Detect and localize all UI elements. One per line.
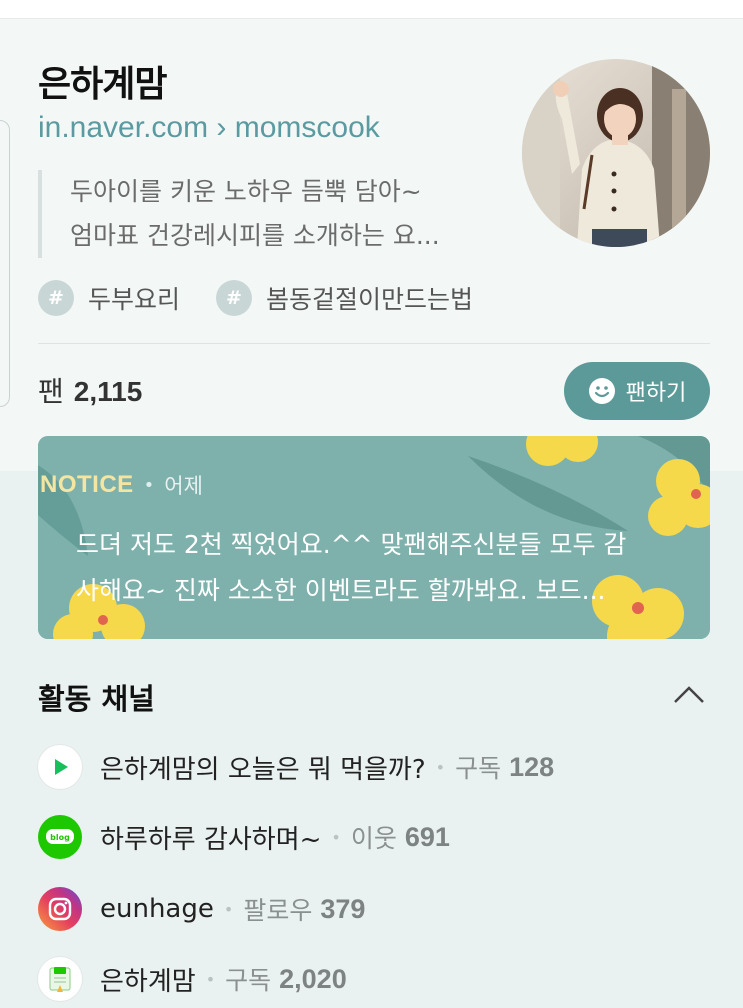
post-icon <box>38 957 82 1001</box>
separator-dot: • <box>205 969 216 989</box>
notice-date: 어제 <box>164 474 203 498</box>
channel-count: 128 <box>509 751 555 782</box>
channel-name: eunhage <box>100 894 214 924</box>
notice-line: 사해요~ 진짜 소소한 이벤트라도 할까봐요. 보드... <box>76 576 606 605</box>
notice-header: NOTICE • 어제 <box>40 470 203 500</box>
notice-title: NOTICE <box>40 471 134 498</box>
channel-item[interactable]: eunhage • 팔로우 379 <box>38 884 365 934</box>
avatar-photo <box>522 59 710 247</box>
tag-item[interactable]: # 두부요리 <box>38 280 180 316</box>
channel-name: 은하계맘의 오늘은 뭐 먹을까? <box>100 754 426 785</box>
tag-label: 두부요리 <box>88 285 181 314</box>
fan-button-label: 팬하기 <box>625 381 687 406</box>
avatar[interactable] <box>522 59 710 247</box>
description-line: 두아이를 키운 노하우 듬뿍 담아~ <box>70 177 422 206</box>
channel-metric: 구독 <box>225 966 272 995</box>
blog-icon: blog <box>38 815 82 859</box>
separator-dot: • <box>435 757 446 777</box>
channel-count: 691 <box>404 821 450 852</box>
instagram-icon <box>38 887 82 931</box>
channel-metric: 구독 <box>455 754 502 783</box>
fans-number: 2,115 <box>73 376 143 407</box>
fans-label: 팬 <box>38 375 64 408</box>
smile-icon <box>588 378 615 404</box>
chevron-up-icon[interactable] <box>672 680 706 710</box>
previous-card-edge[interactable] <box>0 120 10 407</box>
notice-line: 드뎌 저도 2천 찍었어요.^^ 맞팬해주신분들 모두 감 <box>76 530 627 559</box>
svg-text:blog: blog <box>50 833 70 842</box>
profile-description: 두아이를 키운 노하우 듬뿍 담아~ 엄마표 건강레시피를 소개하는 요... <box>38 170 510 258</box>
tag-list: # 두부요리 # 봄동겉절이만드는법 <box>38 280 509 316</box>
profile-screen: 은하계맘 in.naver.com › momscook 두아이를 키운 노하우… <box>0 0 743 1008</box>
channel-name: 하루하루 감사하며~ <box>100 824 322 855</box>
description-line: 엄마표 건강레시피를 소개하는 요... <box>70 221 440 250</box>
fan-button[interactable]: 팬하기 <box>564 362 710 420</box>
profile-url-link[interactable]: in.naver.com › momscook <box>38 111 380 145</box>
divider <box>38 343 710 344</box>
channel-item[interactable]: blog 하루하루 감사하며~ • 이웃 691 <box>38 812 450 862</box>
channel-count: 2,020 <box>279 963 347 994</box>
top-strip <box>0 0 743 19</box>
channel-count: 379 <box>320 893 366 924</box>
channel-metric: 팔로우 <box>243 896 313 925</box>
profile-name: 은하계맘 <box>38 64 167 105</box>
separator-dot: • <box>223 899 234 919</box>
fan-count: 팬 2,115 <box>38 370 142 410</box>
channel-name: 은하계맘 <box>100 966 196 997</box>
tag-label: 봄동겉절이만드는법 <box>266 285 474 314</box>
channel-metric: 이웃 <box>350 824 397 853</box>
hash-icon: # <box>216 280 253 316</box>
tag-item[interactable]: # 봄동겉절이만드는법 <box>216 280 473 316</box>
channels-section-title: 활동 채널 <box>38 682 155 716</box>
separator-dot: • <box>331 827 341 847</box>
separator-dot: • <box>143 474 155 496</box>
notice-body: 드뎌 저도 2천 찍었어요.^^ 맞팬해주신분들 모두 감 사해요~ 진짜 소소… <box>76 522 676 614</box>
channel-item[interactable]: 은하계맘의 오늘은 뭐 먹을까? • 구독 128 <box>38 742 554 792</box>
channel-item[interactable]: 은하계맘 • 구독 2,020 <box>38 954 347 1004</box>
hash-icon: # <box>38 280 74 316</box>
play-icon <box>38 745 82 789</box>
